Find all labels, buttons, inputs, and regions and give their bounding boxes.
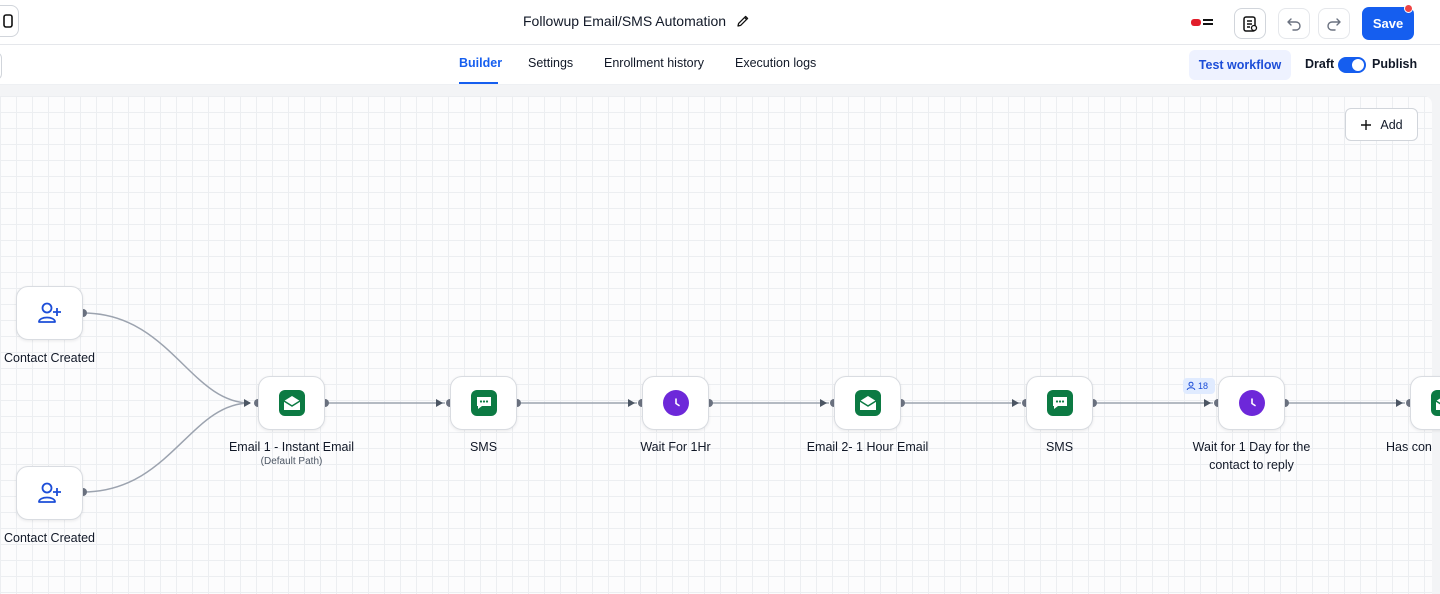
notification-dot xyxy=(1404,4,1413,13)
action-label: Wait For 1Hr xyxy=(640,440,711,454)
chat-icon xyxy=(476,397,491,409)
action-label: SMS xyxy=(1045,440,1074,454)
sms-badge xyxy=(1046,390,1073,416)
user-plus-icon xyxy=(37,302,61,323)
action-label: Has con xyxy=(1386,440,1432,454)
workflow-title-group: Followup Email/SMS Automation xyxy=(523,13,750,29)
publish-label: Publish xyxy=(1372,57,1418,71)
undo-icon xyxy=(1287,17,1301,31)
workflow-title: Followup Email/SMS Automation xyxy=(523,13,727,29)
action-label: Email 1 - Instant Email xyxy=(228,440,355,454)
trigger-label: Contact Created xyxy=(3,531,96,545)
tab-builder[interactable]: Builder xyxy=(459,56,502,70)
tab-execution-logs[interactable]: Execution logs xyxy=(735,56,816,70)
email-icon xyxy=(859,396,876,410)
trigger-node-contact-created[interactable] xyxy=(16,466,83,520)
redo-icon xyxy=(1327,17,1341,31)
clipboard-list-icon xyxy=(1243,15,1258,32)
enrolled-count: 18 xyxy=(1198,381,1209,391)
email-icon xyxy=(283,396,300,410)
pencil-icon[interactable] xyxy=(736,14,750,28)
action-label: Email 2- 1 Hour Email xyxy=(806,440,929,454)
test-workflow-button[interactable]: Test workflow xyxy=(1189,50,1291,80)
tab-settings[interactable]: Settings xyxy=(528,56,573,70)
trigger-node-contact-created[interactable] xyxy=(16,286,83,340)
clock-icon xyxy=(674,398,680,407)
sms-badge xyxy=(470,390,497,416)
top-header: Followup Email/SMS Automation Save xyxy=(0,0,1440,45)
action-node-wait-1-day[interactable] xyxy=(1218,376,1285,430)
tab-enrollment-history[interactable]: Enrollment history xyxy=(604,56,704,70)
chat-icon xyxy=(1052,397,1067,409)
action-label-line1: Wait for 1 Day for the xyxy=(1192,440,1311,454)
action-node-sms[interactable] xyxy=(450,376,517,430)
email-badge xyxy=(278,390,305,416)
action-node-sms-2[interactable] xyxy=(1026,376,1093,430)
user-plus-icon xyxy=(37,482,61,503)
action-node-wait-1hr[interactable] xyxy=(642,376,709,430)
action-node-email-1[interactable] xyxy=(258,376,325,430)
action-sublabel: (Default Path) xyxy=(260,456,323,467)
add-button[interactable]: Add xyxy=(1345,108,1418,141)
email-badge xyxy=(1430,390,1440,416)
search-input[interactable] xyxy=(0,52,2,80)
undo-button[interactable] xyxy=(1278,8,1310,39)
enrolled-count-chip[interactable]: 18 xyxy=(1183,378,1215,394)
clipboard-list-button[interactable] xyxy=(1234,8,1266,39)
sub-navigation: Builder Settings Enrollment history Exec… xyxy=(0,45,1440,85)
user-icon xyxy=(1186,381,1196,391)
brand-logo xyxy=(1191,16,1217,28)
clock-icon xyxy=(1250,398,1256,407)
email-badge xyxy=(854,390,881,416)
active-tab-indicator xyxy=(459,82,498,84)
wait-badge xyxy=(1238,390,1265,416)
action-label-line2: contact to reply xyxy=(1209,458,1294,472)
toggle-knob xyxy=(1352,59,1364,71)
action-node-email-2[interactable] xyxy=(834,376,901,430)
panel-toggle-button[interactable] xyxy=(0,5,19,37)
action-label: SMS xyxy=(469,440,498,454)
action-node-has-condition[interactable] xyxy=(1410,376,1440,430)
plus-icon xyxy=(1361,119,1372,130)
workflow-canvas[interactable] xyxy=(0,96,1432,594)
publish-toggle[interactable] xyxy=(1338,57,1366,73)
trigger-label: Contact Created xyxy=(3,351,96,365)
draft-label: Draft xyxy=(1305,57,1335,71)
panel-toggle-icon xyxy=(3,14,13,28)
redo-button[interactable] xyxy=(1318,8,1350,39)
wait-badge xyxy=(662,390,689,416)
add-button-label: Add xyxy=(1380,117,1403,132)
email-icon xyxy=(1435,398,1440,410)
